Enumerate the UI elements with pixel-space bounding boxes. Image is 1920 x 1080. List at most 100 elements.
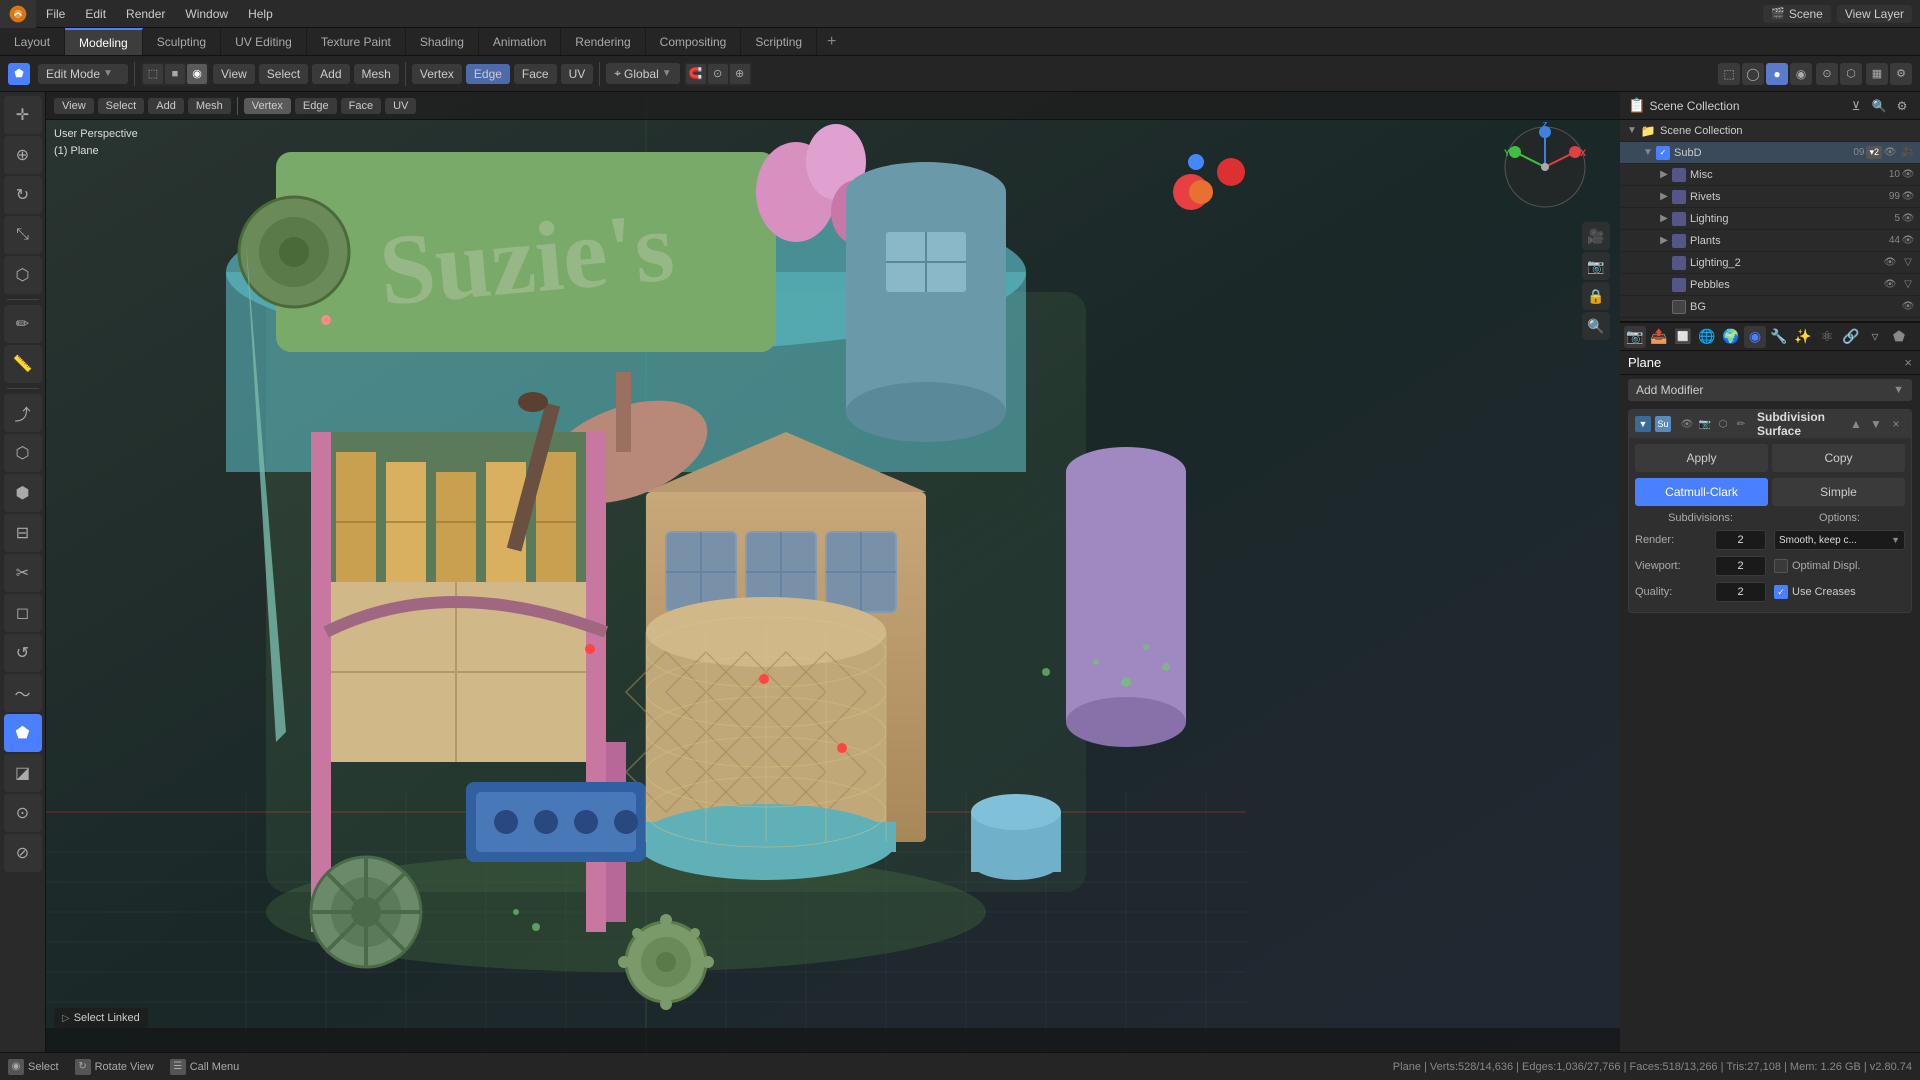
view-layer-selector[interactable]: View Layer (1837, 5, 1912, 23)
tool-rip[interactable]: ⊘ (4, 834, 42, 872)
tool-extrude[interactable]: ⤴ (4, 394, 42, 432)
blender-logo[interactable] (0, 0, 36, 28)
tree-item-rivets[interactable]: ▶ Rivets 99 👁 (1620, 186, 1920, 208)
vertex-select-btn[interactable]: Vertex (244, 98, 291, 114)
copy-button[interactable]: Copy (1772, 444, 1905, 472)
prop-tab-modifier[interactable]: 🔧 (1768, 326, 1790, 348)
tab-texture-paint[interactable]: Texture Paint (307, 28, 406, 55)
viewport-3d[interactable]: Suzie's (46, 92, 1620, 1052)
tool-loop-cut[interactable]: ⊟ (4, 514, 42, 552)
tool-move[interactable]: ⊕ (4, 136, 42, 174)
overlay-matcap-toggle[interactable]: ◉ (187, 64, 207, 84)
zoom-in-btn[interactable]: 🔍 (1582, 312, 1610, 340)
select-menu[interactable]: Select (259, 64, 308, 84)
outliner-search-btn[interactable]: 🔍 (1869, 96, 1889, 116)
preferences-btn[interactable]: ⚙ (1890, 63, 1912, 85)
optimal-checkbox[interactable] (1774, 559, 1788, 573)
tool-rotate[interactable]: ↻ (4, 176, 42, 214)
lighting2-visibility-btn[interactable]: 👁 (1882, 255, 1898, 271)
expand-plants-icon[interactable]: ▶ (1656, 233, 1672, 249)
overlay-wire-toggle[interactable]: ⬚ (143, 64, 163, 84)
prop-tab-object[interactable]: ◉ (1744, 326, 1766, 348)
prop-tab-render[interactable]: 📷 (1624, 326, 1646, 348)
prop-tab-output[interactable]: 📤 (1648, 326, 1670, 348)
editor-type-btn[interactable]: ▦ (1866, 63, 1888, 85)
tool-to-sphere[interactable]: ⊙ (4, 794, 42, 832)
expand-rivets-icon[interactable]: ▶ (1656, 189, 1672, 205)
catmull-clark-btn[interactable]: Catmull-Clark (1635, 478, 1768, 506)
viewport-shading-wire[interactable]: ⬚ (1718, 63, 1740, 85)
lighting-visibility-btn[interactable]: 👁 (1900, 211, 1916, 227)
tool-scale[interactable]: ⤡ (4, 216, 42, 254)
tree-item-lighting[interactable]: ▶ Lighting 5 👁 (1620, 208, 1920, 230)
object-mode-icon[interactable]: ⬟ (8, 63, 30, 85)
vertex-mode-btn[interactable]: Vertex (412, 64, 462, 84)
subd-visibility-btn[interactable]: 👁 (1882, 145, 1898, 161)
mod-move-up-btn[interactable]: ▲ (1847, 415, 1865, 433)
use-creases-checkbox[interactable]: ✓ (1774, 585, 1788, 599)
menu-window[interactable]: Window (175, 0, 238, 27)
tree-item-misc[interactable]: ▶ Misc 10 👁 (1620, 164, 1920, 186)
uv-btn-vp[interactable]: UV (385, 98, 416, 114)
uv-btn[interactable]: UV (561, 64, 594, 84)
tab-shading[interactable]: Shading (406, 28, 479, 55)
tool-knife[interactable]: ✂ (4, 554, 42, 592)
expand-misc-icon[interactable]: ▶ (1656, 167, 1672, 183)
menu-edit[interactable]: Edit (75, 0, 116, 27)
tool-bevel[interactable]: ⬢ (4, 474, 42, 512)
rivets-visibility-btn[interactable]: 👁 (1900, 189, 1916, 205)
tree-item-subd[interactable]: ▼ ✓ SubD 09 ▾2 👁 🎥 (1620, 142, 1920, 164)
tab-compositing[interactable]: Compositing (646, 28, 742, 55)
transform-space-dropdown[interactable]: ⌖ Global ▼ (606, 63, 679, 84)
tool-shear[interactable]: ◪ (4, 754, 42, 792)
menu-help[interactable]: Help (238, 0, 283, 27)
mod-realtime-toggle[interactable]: 👁 (1679, 416, 1695, 432)
quality-value-input[interactable]: 2 (1715, 582, 1766, 602)
prop-tab-material[interactable]: ⬟ (1888, 326, 1910, 348)
smooth-dropdown[interactable]: Smooth, keep c... ▼ (1774, 530, 1905, 550)
plants-visibility-btn[interactable]: 👁 (1900, 233, 1916, 249)
tree-item-pebbles[interactable]: ▶ Pebbles 👁 ▽ (1620, 274, 1920, 296)
view-menu[interactable]: View (213, 64, 255, 84)
outliner-filter-btn[interactable]: ⊻ (1846, 96, 1866, 116)
tool-poly-build[interactable]: ◻ (4, 594, 42, 632)
edit-mode-dropdown[interactable]: Edit Mode ▼ (38, 64, 128, 84)
overlay-toggle[interactable]: ⊙ (1816, 63, 1838, 85)
add-workspace-tab[interactable]: + (817, 28, 846, 55)
pebbles-visibility-btn[interactable]: 👁 (1882, 277, 1898, 293)
scene-selector[interactable]: 🎬 Scene (1763, 5, 1831, 23)
mod-render-toggle[interactable]: 📷 (1697, 416, 1713, 432)
prop-tab-physics[interactable]: ⚛ (1816, 326, 1838, 348)
viewport-shading-render[interactable]: ◉ (1790, 63, 1812, 85)
axis-toggle[interactable]: ⊕ (730, 64, 750, 84)
prop-tab-world[interactable]: 🌍 (1720, 326, 1742, 348)
overlay-solid-toggle[interactable]: ■ (165, 64, 185, 84)
camera-view-btn[interactable]: 🎥 (1582, 222, 1610, 250)
outliner-settings-btn[interactable]: ⚙ (1892, 96, 1912, 116)
simple-btn[interactable]: Simple (1772, 478, 1905, 506)
viewport-mesh-menu[interactable]: Mesh (188, 98, 231, 114)
viewport-add-menu[interactable]: Add (148, 98, 184, 114)
expand-icon[interactable]: ▼ (1624, 123, 1640, 139)
edge-select-btn[interactable]: Edge (295, 98, 337, 114)
viewport-value-input[interactable]: 2 (1715, 556, 1766, 576)
mod-move-down-btn[interactable]: ▼ (1867, 415, 1885, 433)
viewport-shading-solid[interactable]: ◯ (1742, 63, 1764, 85)
render-value-input[interactable]: 2 (1715, 530, 1766, 550)
subd-camera-btn[interactable]: 🎥 (1900, 145, 1916, 161)
tab-uv-editing[interactable]: UV Editing (221, 28, 307, 55)
tool-inset[interactable]: ⬡ (4, 434, 42, 472)
tab-rendering[interactable]: Rendering (561, 28, 645, 55)
tree-item-plants[interactable]: ▶ Plants 44 👁 (1620, 230, 1920, 252)
viewport-shading-material[interactable]: ● (1766, 63, 1788, 85)
tool-spin[interactable]: ↺ (4, 634, 42, 672)
navigation-gizmo[interactable]: X Y Z (1500, 122, 1590, 212)
mod-edit-toggle[interactable]: ✏ (1733, 416, 1749, 432)
mesh-menu[interactable]: Mesh (354, 64, 399, 84)
tool-annotate[interactable]: ✏ (4, 305, 42, 343)
prop-tab-data[interactable]: ▿ (1864, 326, 1886, 348)
proportional-toggle[interactable]: ⊙ (708, 64, 728, 84)
properties-close-btn[interactable]: × (1904, 355, 1912, 370)
tree-item-scene-collection[interactable]: ▼ 📁 Scene Collection (1620, 120, 1920, 142)
tree-item-lighting2[interactable]: ▶ Lighting_2 👁 ▽ (1620, 252, 1920, 274)
